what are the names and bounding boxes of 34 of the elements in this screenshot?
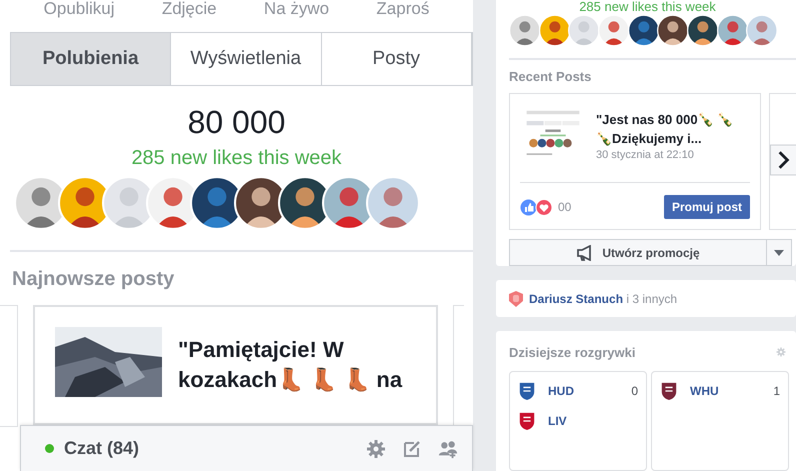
chat-label: Czat (84) <box>64 438 140 459</box>
settings-icon[interactable] <box>776 347 786 357</box>
shield-icon <box>509 290 523 306</box>
friends-like-text: Dariusz Stanuch i 3 innych <box>529 292 678 306</box>
promote-post-button[interactable]: Promuj post <box>664 195 750 219</box>
section-heading: Najnowsze posty <box>12 268 176 291</box>
reactions-icon <box>520 198 554 216</box>
next-arrow-button[interactable] <box>770 144 796 176</box>
match-card[interactable]: WHU 1 <box>651 371 789 471</box>
section-heading: Recent Posts <box>509 69 592 84</box>
team-name: WHU <box>690 384 719 398</box>
chat-bar[interactable]: Czat (84) <box>20 425 473 471</box>
new-likes-text: 285 new likes this week <box>578 0 717 12</box>
reaction-count: 00 <box>558 200 572 214</box>
post-date: 30 stycznia at 22:10 <box>596 149 695 161</box>
settings-icon[interactable] <box>366 438 386 458</box>
post-card[interactable]: "Pamiętajcie! W kozakach👢 👢 👢 na <box>33 305 438 425</box>
section-heading: Dzisiejsze rozgrywki <box>509 344 636 360</box>
add-people-icon[interactable] <box>438 438 458 458</box>
dropdown-button[interactable] <box>767 239 792 266</box>
team-name: LIV <box>548 414 567 428</box>
new-likes-text: 285 new likes this week <box>130 147 343 170</box>
likes-count: 80 000 <box>186 104 286 141</box>
match-card[interactable]: HUD 0 LIV <box>509 371 647 471</box>
team-name: HUD <box>548 384 574 398</box>
post-title: "Jest nas 80 000🍾 🍾 🍾Dziękujemy i... <box>596 111 734 148</box>
team-score: 1 <box>773 384 780 398</box>
post-title: "Pamiętajcie! W kozakach👢 👢 👢 na <box>178 336 404 394</box>
tab[interactable]: Polubienia <box>11 33 171 85</box>
create-promotion-button[interactable]: Utwórz promocję <box>509 239 767 266</box>
caret-icon <box>774 250 784 256</box>
team-score: 0 <box>631 384 638 398</box>
compose-icon[interactable] <box>402 438 422 458</box>
post-card[interactable]: "Jest nas 80 000🍾 🍾 🍾Dziękujemy i... 30 stycznia at 22:10 00 Promuj post <box>509 93 761 230</box>
